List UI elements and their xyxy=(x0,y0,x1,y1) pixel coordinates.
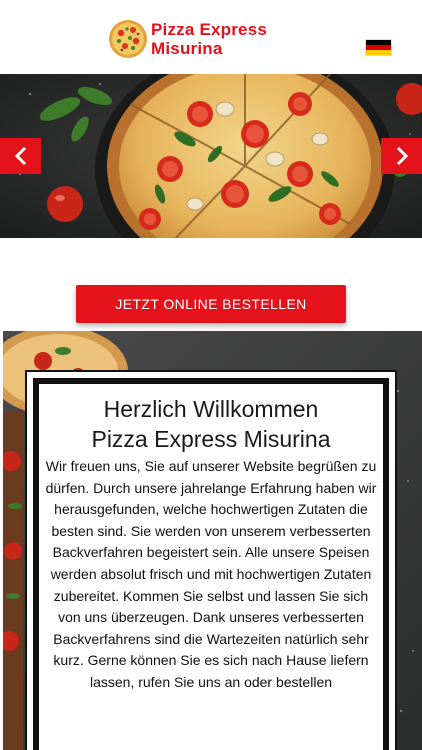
brand-line-1: Pizza Express xyxy=(151,20,267,39)
welcome-content: Herzlich Willkommen Pizza Express Misuri… xyxy=(41,386,381,694)
slider-next-button[interactable] xyxy=(381,138,422,174)
slider-prev-button[interactable] xyxy=(0,138,41,174)
brand-line-2: Misurina xyxy=(151,39,223,58)
german-flag-icon[interactable] xyxy=(366,40,391,55)
welcome-title-line-2: Pizza Express Misurina xyxy=(91,426,331,452)
welcome-text: Wir freuen uns, Sie auf unserer Website … xyxy=(45,458,377,690)
welcome-title: Herzlich Willkommen Pizza Express Misuri… xyxy=(41,394,381,454)
welcome-card: Herzlich Willkommen Pizza Express Misuri… xyxy=(25,370,397,750)
brand-name[interactable]: Pizza Express Misurina xyxy=(151,20,267,58)
hero-slider[interactable] xyxy=(0,74,422,238)
order-online-button[interactable]: JETZT ONLINE BESTELLEN xyxy=(76,285,346,323)
welcome-title-line-1: Herzlich Willkommen xyxy=(103,396,319,422)
chevron-left-icon xyxy=(14,146,26,166)
hero-pizza-image xyxy=(0,74,422,238)
welcome-section: Herzlich Willkommen Pizza Express Misuri… xyxy=(3,331,422,750)
chevron-right-icon xyxy=(396,146,408,166)
app-header: Pizza Express Misurina xyxy=(0,0,422,74)
pizza-logo-icon[interactable] xyxy=(108,19,148,59)
